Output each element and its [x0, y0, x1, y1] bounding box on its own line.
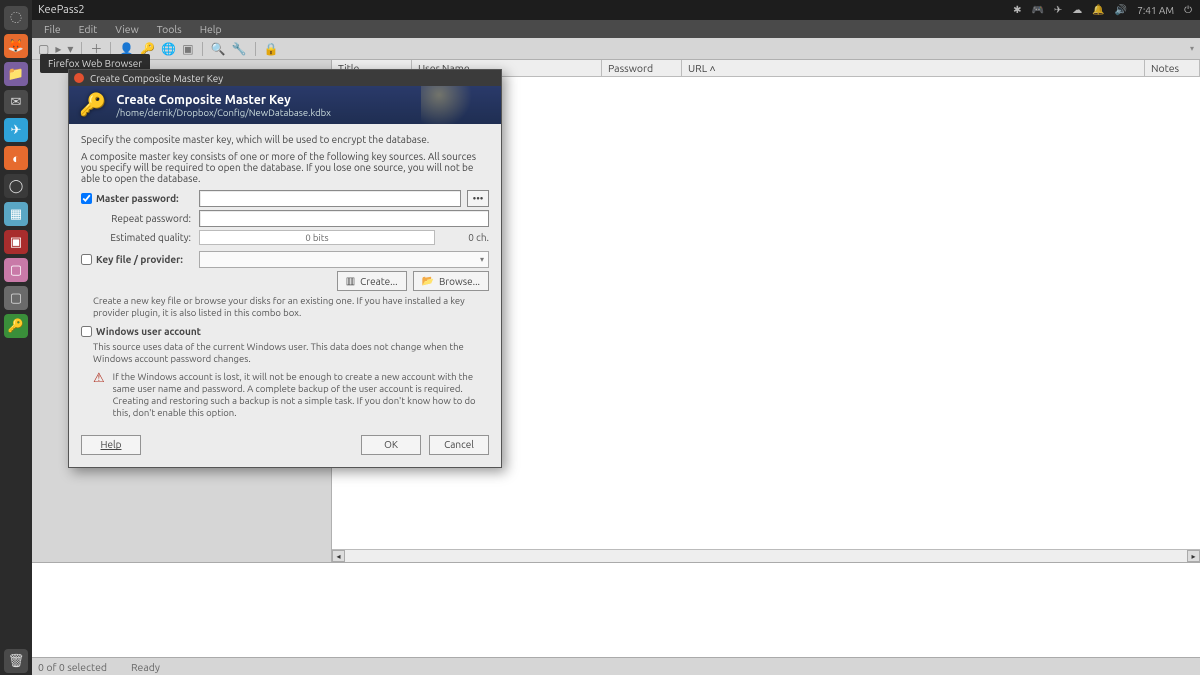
close-icon[interactable]: [74, 73, 84, 83]
browse-keyfile-button[interactable]: 📂 Browse...: [413, 271, 489, 291]
horizontal-scrollbar[interactable]: ◂ ▸: [332, 549, 1200, 562]
keyfile-description: Create a new key file or browse your dis…: [93, 295, 489, 320]
scroll-right-icon[interactable]: ▸: [1187, 550, 1200, 562]
col-pass[interactable]: Password: [602, 60, 682, 76]
launcher-app-grey[interactable]: ▢: [4, 286, 28, 310]
menu-edit[interactable]: Edit: [71, 22, 106, 36]
launcher-app-orange[interactable]: ◐: [4, 146, 28, 170]
volume-icon[interactable]: 🔊: [1115, 4, 1127, 16]
dialog-title-text: Create Composite Master Key: [90, 73, 223, 84]
toolbar-find-icon[interactable]: 🔍: [211, 42, 226, 56]
launcher-trash[interactable]: 🗑: [4, 649, 28, 673]
launcher-keepass[interactable]: 🔑: [4, 314, 28, 338]
create-icon: ▥: [346, 275, 355, 287]
toolbar-dropdown-icon[interactable]: ▾: [1190, 44, 1194, 53]
repeat-password-input[interactable]: [199, 210, 489, 227]
app-title: KeePass2: [38, 4, 85, 16]
toolbar: ▢ ▸ ▾ ＋ 👤 🔑 🌐 ▣ 🔍 🔧 🔒 ▾: [32, 38, 1200, 60]
repeat-password-label: Repeat password:: [111, 213, 191, 224]
warning-icon: ⚠: [93, 371, 105, 419]
launcher-app-blue[interactable]: ▦: [4, 202, 28, 226]
entry-detail-panel: [32, 562, 1200, 657]
create-master-key-dialog: Create Composite Master Key 🔑 Create Com…: [68, 69, 502, 468]
discord-icon[interactable]: 🎮: [1031, 4, 1043, 16]
char-count: 0 ch.: [441, 232, 489, 243]
ubuntu-launcher: ◌ 🦊 📁 ✉ ✈ ◐ ◯ ▦ ▣ ▢ ▢ 🔑 🗑: [0, 0, 32, 675]
menu-view[interactable]: View: [107, 22, 147, 36]
launcher-mail[interactable]: ✉: [4, 90, 28, 114]
launcher-dash[interactable]: ◌: [4, 6, 28, 30]
dialog-header-subtitle: /home/derrik/Dropbox/Config/NewDatabase.…: [116, 107, 331, 118]
master-password-checkbox[interactable]: [81, 193, 92, 204]
key-icon: 🔑: [79, 92, 106, 118]
estimated-quality-label: Estimated quality:: [110, 232, 191, 243]
launcher-app-pink[interactable]: ▢: [4, 258, 28, 282]
scroll-left-icon[interactable]: ◂: [332, 550, 345, 562]
ok-button[interactable]: OK: [361, 435, 421, 455]
clock[interactable]: 7:41 AM: [1137, 5, 1174, 16]
master-password-input[interactable]: [199, 190, 461, 207]
top-panel: KeePass2 ✱ 🎮 ✈ ☁ 🔔 🔊 7:41 AM ⏻: [32, 0, 1200, 20]
master-password-label: Master password:: [96, 193, 179, 204]
launcher-app-red[interactable]: ▣: [4, 230, 28, 254]
browse-icon: 📂: [422, 275, 434, 287]
keyfile-combo[interactable]: [199, 251, 489, 268]
puzzle-icon[interactable]: ✱: [1013, 4, 1021, 16]
telegram-tray-icon[interactable]: ✈: [1054, 4, 1062, 16]
toolbar-config-icon[interactable]: 🔧: [232, 42, 247, 56]
power-icon[interactable]: ⏻: [1184, 4, 1192, 16]
launcher-files[interactable]: 📁: [4, 62, 28, 86]
menu-tools[interactable]: Tools: [149, 22, 190, 36]
windows-account-checkbox[interactable]: [81, 326, 92, 337]
toolbar-url-icon[interactable]: 🌐: [161, 42, 176, 56]
status-selection: 0 of 0 selected: [38, 661, 107, 673]
help-button[interactable]: Help: [81, 435, 141, 455]
toolbar-copy-icon[interactable]: ▣: [182, 42, 193, 56]
col-notes[interactable]: Notes: [1145, 60, 1200, 76]
menu-help[interactable]: Help: [192, 22, 230, 36]
dialog-intro-2: A composite master key consists of one o…: [81, 151, 489, 184]
launcher-steam[interactable]: ◯: [4, 174, 28, 198]
status-ready: Ready: [131, 661, 160, 673]
windows-account-label: Windows user account: [96, 326, 201, 337]
col-url[interactable]: URL ˄: [682, 60, 1145, 76]
dialog-intro-1: Specify the composite master key, which …: [81, 134, 489, 145]
bell-icon[interactable]: 🔔: [1092, 4, 1104, 16]
statusbar: 0 of 0 selected Ready: [32, 657, 1200, 675]
launcher-telegram[interactable]: ✈: [4, 118, 28, 142]
create-keyfile-button[interactable]: ▥ Create...: [337, 271, 407, 291]
windows-account-description: This source uses data of the current Win…: [93, 341, 489, 366]
cloud-icon[interactable]: ☁: [1072, 4, 1082, 16]
cancel-button[interactable]: Cancel: [429, 435, 489, 455]
dialog-header-title: Create Composite Master Key: [116, 93, 331, 107]
toolbar-lock-icon[interactable]: 🔒: [264, 42, 279, 56]
warning-text: If the Windows account is lost, it will …: [113, 371, 489, 419]
dialog-titlebar[interactable]: Create Composite Master Key: [69, 70, 501, 86]
menubar: File Edit View Tools Help: [32, 20, 1200, 38]
keyfile-checkbox[interactable]: [81, 254, 92, 265]
reveal-password-button[interactable]: •••: [467, 190, 489, 207]
keyfile-label: Key file / provider:: [96, 254, 183, 265]
quality-bar: 0 bits: [199, 230, 435, 245]
launcher-firefox[interactable]: 🦊: [4, 34, 28, 58]
dialog-header: 🔑 Create Composite Master Key /home/derr…: [69, 86, 501, 124]
menu-file[interactable]: File: [36, 22, 69, 36]
